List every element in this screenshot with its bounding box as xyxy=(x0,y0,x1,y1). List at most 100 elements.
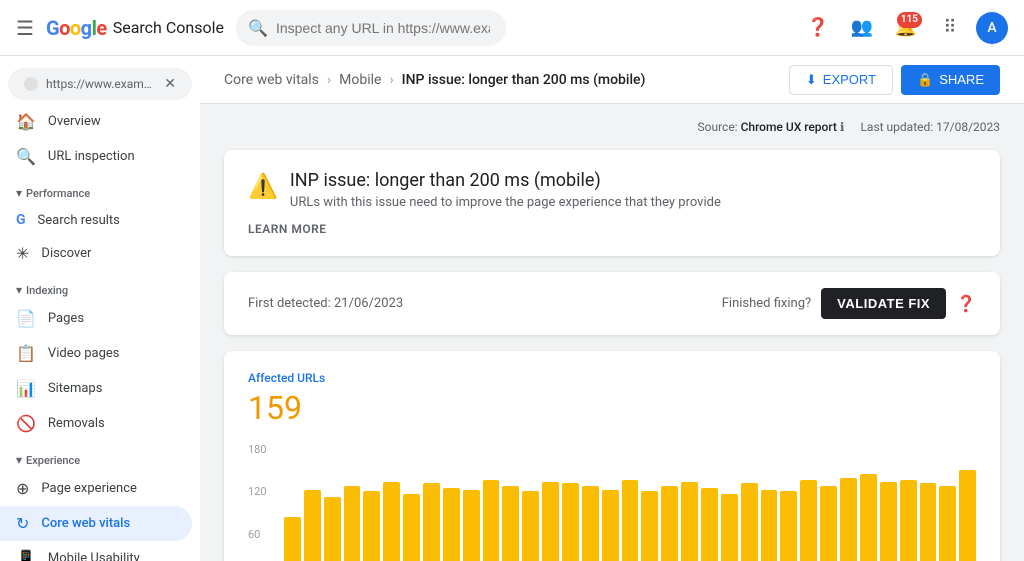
bar[interactable] xyxy=(622,480,639,561)
topbar: ☰ Google Search Console 🔍 ❓ 👥 🔔 115 ⠿ A xyxy=(0,0,1024,56)
content-area: Source: Chrome UX report ℹ Last updated:… xyxy=(200,104,1024,561)
help-button[interactable]: ❓ xyxy=(800,10,836,46)
bar[interactable] xyxy=(403,494,420,561)
bar[interactable] xyxy=(681,482,698,561)
help-icon: ❓ xyxy=(807,17,829,38)
last-updated-date: 17/08/2023 xyxy=(936,120,1000,134)
chart-container: 180120600 xyxy=(248,443,976,561)
bar[interactable] xyxy=(761,490,778,561)
sidebar-item-label: Search results xyxy=(38,213,120,228)
bar[interactable] xyxy=(363,491,380,561)
bar[interactable] xyxy=(880,482,897,561)
sitemaps-icon: 📊 xyxy=(16,379,36,398)
bar[interactable] xyxy=(939,486,956,561)
bar[interactable] xyxy=(483,480,500,561)
bar[interactable] xyxy=(423,483,440,561)
section-experience[interactable]: ▾ Experience xyxy=(0,441,200,471)
bar[interactable] xyxy=(900,480,917,561)
topbar-icons: ❓ 👥 🔔 115 ⠿ A xyxy=(800,10,1008,46)
bar[interactable] xyxy=(542,482,559,561)
bar[interactable] xyxy=(780,491,797,561)
sidebar-item-pages[interactable]: 📄 Pages xyxy=(0,301,192,336)
learn-more-button[interactable]: LEARN MORE xyxy=(248,222,976,236)
bar[interactable] xyxy=(860,474,877,561)
sidebar-item-overview[interactable]: 🏠 Overview xyxy=(0,104,192,139)
bar[interactable] xyxy=(840,478,857,561)
bar[interactable] xyxy=(582,486,599,561)
affected-count: 159 xyxy=(248,389,976,427)
app-body: https://www.examp... ✕ 🏠 Overview 🔍 URL … xyxy=(0,56,1024,561)
bar[interactable] xyxy=(502,486,519,561)
sidebar-item-sitemaps[interactable]: 📊 Sitemaps xyxy=(0,371,192,406)
bar[interactable] xyxy=(661,486,678,561)
breadcrumb-core-web-vitals[interactable]: Core web vitals xyxy=(224,72,319,88)
search-input[interactable] xyxy=(236,10,506,46)
section-performance[interactable]: ▾ Performance xyxy=(0,174,200,204)
mobile-icon: 📱 xyxy=(16,549,36,561)
video-icon: 📋 xyxy=(16,344,36,363)
sidebar-item-url-inspection[interactable]: 🔍 URL inspection xyxy=(0,139,192,174)
bar[interactable] xyxy=(522,491,539,561)
source-name: Chrome UX report xyxy=(741,120,837,134)
bar[interactable] xyxy=(800,480,817,561)
info-icon[interactable]: ℹ xyxy=(840,120,845,134)
breadcrumb: Core web vitals › Mobile › INP issue: lo… xyxy=(224,72,645,88)
sidebar-item-removals[interactable]: 🚫 Removals xyxy=(0,406,192,441)
bar[interactable] xyxy=(820,486,837,561)
validate-section: Finished fixing? VALIDATE FIX ❓ xyxy=(722,288,976,319)
section-indexing[interactable]: ▾ Indexing xyxy=(0,271,200,301)
finished-fixing-label: Finished fixing? xyxy=(722,296,811,311)
sidebar-item-label: Page experience xyxy=(41,481,137,496)
validate-help-icon[interactable]: ❓ xyxy=(956,294,976,313)
bar[interactable] xyxy=(602,490,619,561)
bar[interactable] xyxy=(344,486,361,561)
bar[interactable] xyxy=(641,491,658,561)
y-label: 60 xyxy=(248,528,284,541)
export-button[interactable]: ⬇ EXPORT xyxy=(789,65,893,95)
sidebar-item-label: Overview xyxy=(48,114,101,129)
bar[interactable] xyxy=(284,517,301,561)
menu-icon[interactable]: ☰ xyxy=(16,16,34,40)
bar[interactable] xyxy=(443,488,460,561)
bar[interactable] xyxy=(383,482,400,561)
pages-icon: 📄 xyxy=(16,309,36,328)
sidebar-item-video-pages[interactable]: 📋 Video pages xyxy=(0,336,192,371)
bar[interactable] xyxy=(741,483,758,561)
section-label: Indexing xyxy=(26,284,68,297)
bar[interactable] xyxy=(701,488,718,561)
breadcrumb-actions: ⬇ EXPORT 🔒 SHARE xyxy=(789,65,1000,95)
sidebar-item-label: URL inspection xyxy=(48,149,135,164)
bar[interactable] xyxy=(324,497,341,561)
sidebar-item-discover[interactable]: ✳ Discover xyxy=(0,236,192,271)
issue-card: ⚠️ INP issue: longer than 200 ms (mobile… xyxy=(224,150,1000,256)
bar[interactable] xyxy=(304,490,321,561)
main-content: Core web vitals › Mobile › INP issue: lo… xyxy=(200,56,1024,561)
property-close-icon[interactable]: ✕ xyxy=(164,76,176,92)
validate-fix-button[interactable]: VALIDATE FIX xyxy=(821,288,946,319)
property-selector[interactable]: https://www.examp... ✕ xyxy=(8,68,192,100)
sidebar-item-search-results[interactable]: G Search results xyxy=(0,204,192,236)
bar[interactable] xyxy=(920,483,937,561)
bar[interactable] xyxy=(721,494,738,561)
breadcrumb-mobile[interactable]: Mobile xyxy=(339,72,381,88)
users-icon: 👥 xyxy=(851,17,873,38)
sidebar-item-label: Core web vitals xyxy=(41,516,130,531)
share-button[interactable]: 🔒 SHARE xyxy=(901,65,1000,95)
y-label: 120 xyxy=(248,485,284,498)
notifications-button[interactable]: 🔔 115 xyxy=(888,10,924,46)
avatar[interactable]: A xyxy=(976,12,1008,44)
users-button[interactable]: 👥 xyxy=(844,10,880,46)
sidebar-item-core-web-vitals[interactable]: ↻ Core web vitals xyxy=(0,506,192,541)
apps-button[interactable]: ⠿ xyxy=(932,10,968,46)
sidebar-item-label: Sitemaps xyxy=(48,381,103,396)
breadcrumb-sep-2: › xyxy=(389,72,393,88)
bar[interactable] xyxy=(959,470,976,561)
sidebar-item-label: Removals xyxy=(48,416,105,431)
sidebar-item-mobile-usability[interactable]: 📱 Mobile Usability xyxy=(0,541,192,561)
sidebar-item-page-experience[interactable]: ⊕ Page experience xyxy=(0,471,192,506)
bar[interactable] xyxy=(463,490,480,561)
sidebar-item-label: Mobile Usability xyxy=(48,551,140,561)
removals-icon: 🚫 xyxy=(16,414,36,433)
bar[interactable] xyxy=(562,483,579,561)
search-small-icon: 🔍 xyxy=(16,147,36,166)
